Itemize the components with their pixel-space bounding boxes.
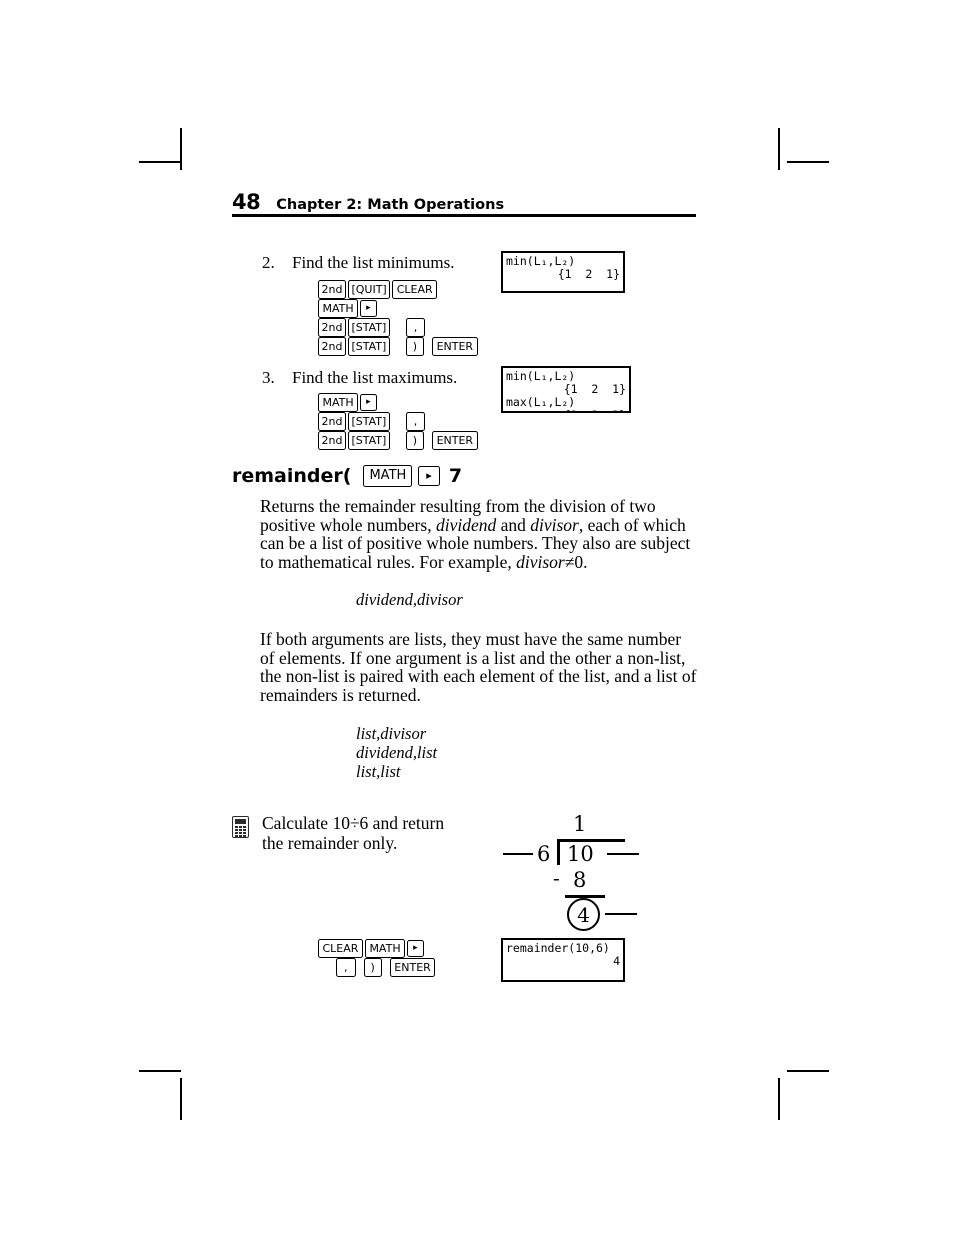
key-math[interactable]: MATH xyxy=(318,393,359,412)
long-division-diagram: 1 6 10 - 8 4 xyxy=(495,808,665,933)
key-enter[interactable]: ENTER xyxy=(389,958,436,977)
division-minus-sign: - xyxy=(553,866,560,890)
syntax-variant-2: dividend,list xyxy=(356,743,438,762)
calculator-screen-minimums: min(L₁,L₂) {1 2 1} xyxy=(501,251,625,293)
syntax-primary: dividend,divisor xyxy=(356,590,463,609)
crop-mark-top-left-horizontal xyxy=(139,161,181,163)
division-leader-dividend xyxy=(607,853,639,856)
calculator-screen-remainder: remainder(10,6) 4 xyxy=(501,938,625,982)
step-3-keyrow-2: 2nd [STAT] , xyxy=(318,412,427,431)
key-math[interactable]: MATH xyxy=(318,299,359,318)
key-right-arrow-icon[interactable]: ▸ xyxy=(360,394,377,411)
division-remainder-circled: 4 xyxy=(567,898,600,931)
key-stat[interactable]: [STAT] xyxy=(347,337,390,356)
step-2-keyrow-2: MATH ▸ xyxy=(318,299,379,318)
syntax-variant-1: list,divisor xyxy=(356,724,427,743)
calculator-icon-display xyxy=(235,819,246,824)
key-clear[interactable]: CLEAR xyxy=(392,280,438,299)
manual-page: 48 Chapter 2: Math Operations 2. Find th… xyxy=(0,0,954,1235)
calculator-icon xyxy=(232,816,249,838)
step-2-keyrow-1: 2nd [QUIT] CLEAR xyxy=(318,280,439,299)
calculator-screen-maximums: min(L₁,L₂) {1 2 1} max(L₁,L₂) {3 2 3} xyxy=(501,366,631,413)
syntax-variant-3: list,list xyxy=(356,762,401,781)
step-2-text: Find the list minimums. xyxy=(292,253,455,272)
crop-mark-top-right-vertical xyxy=(778,128,780,170)
division-leader-divisor xyxy=(503,853,533,856)
key-2nd[interactable]: 2nd xyxy=(318,412,346,431)
running-title: Chapter 2: Math Operations xyxy=(276,197,505,213)
step-3-keyrow-3: 2nd [STAT] ) ENTER xyxy=(318,431,480,450)
division-remainder: 4 xyxy=(577,902,590,927)
section-menu-number: 7 xyxy=(448,465,463,487)
example-description: Calculate 10÷6 and return the remainder … xyxy=(262,813,445,853)
calculator-icon-keypad xyxy=(235,826,246,837)
crop-mark-top-right-horizontal xyxy=(787,161,829,163)
key-close-paren[interactable]: ) xyxy=(363,958,382,977)
crop-mark-bottom-left-horizontal xyxy=(139,1070,181,1072)
key-quit[interactable]: [QUIT] xyxy=(347,280,391,299)
step-2-keyrow-4: 2nd [STAT] ) ENTER xyxy=(318,337,480,356)
section-name: remainder( xyxy=(232,465,352,487)
step-2-keyrow-3: 2nd [STAT] , xyxy=(318,318,427,337)
division-leader-remainder xyxy=(605,913,637,916)
description-paragraph-1: Returns the remainder resulting from the… xyxy=(260,496,691,573)
key-math[interactable]: MATH xyxy=(363,465,413,487)
key-2nd[interactable]: 2nd xyxy=(318,337,346,356)
example-keyrow-2: , ) ENTER xyxy=(336,958,437,977)
key-right-arrow-icon[interactable]: ▸ xyxy=(418,466,440,486)
description-paragraph-2: If both arguments are lists, they must h… xyxy=(260,629,697,706)
section-heading: remainder( MATH ▸ 7 xyxy=(232,465,462,487)
key-stat[interactable]: [STAT] xyxy=(347,431,390,450)
step-2-number: 2. xyxy=(262,253,275,272)
step-3-keyrow-1: MATH ▸ xyxy=(318,393,379,412)
step-3-number: 3. xyxy=(262,368,275,387)
crop-mark-bottom-right-vertical xyxy=(778,1078,780,1120)
key-right-arrow-icon[interactable]: ▸ xyxy=(407,940,424,957)
key-2nd[interactable]: 2nd xyxy=(318,431,346,450)
crop-mark-top-left-vertical xyxy=(180,128,182,170)
key-enter[interactable]: ENTER xyxy=(432,337,478,356)
key-close-paren[interactable]: ) xyxy=(405,337,425,356)
division-divisor: 6 xyxy=(537,842,551,866)
key-math[interactable]: MATH xyxy=(364,939,406,958)
crop-mark-bottom-right-horizontal xyxy=(787,1070,829,1072)
screen-line-result-min: {1 2 1} xyxy=(557,267,620,281)
key-stat[interactable]: [STAT] xyxy=(347,318,390,337)
step-3-text: Find the list maximums. xyxy=(292,368,458,387)
key-2nd[interactable]: 2nd xyxy=(318,280,346,299)
key-stat[interactable]: [STAT] xyxy=(347,412,390,431)
division-product: 8 xyxy=(573,868,587,892)
key-clear[interactable]: CLEAR xyxy=(318,939,363,958)
key-close-paren[interactable]: ) xyxy=(405,431,425,450)
key-comma[interactable]: , xyxy=(405,412,426,431)
page-header: 48 Chapter 2: Math Operations xyxy=(232,190,696,214)
division-quotient: 1 xyxy=(573,812,587,836)
screen-line-result-remainder: 4 xyxy=(613,954,620,968)
division-dividend: 10 xyxy=(567,842,594,866)
division-bracket xyxy=(557,839,560,865)
crop-mark-bottom-left-vertical xyxy=(180,1078,182,1120)
key-enter[interactable]: ENTER xyxy=(432,431,478,450)
example-keyrow-1: CLEAR MATH ▸ xyxy=(318,939,426,958)
screen-line-result-max: {3 2 3} xyxy=(506,409,626,412)
key-right-arrow-icon[interactable]: ▸ xyxy=(360,300,377,317)
key-comma[interactable]: , xyxy=(336,958,356,977)
key-comma[interactable]: , xyxy=(405,318,426,337)
page-number: 48 xyxy=(232,190,261,214)
header-rule xyxy=(232,214,696,217)
screen-line-entry-remainder: remainder(10,6) xyxy=(506,941,610,955)
key-2nd[interactable]: 2nd xyxy=(318,318,346,337)
